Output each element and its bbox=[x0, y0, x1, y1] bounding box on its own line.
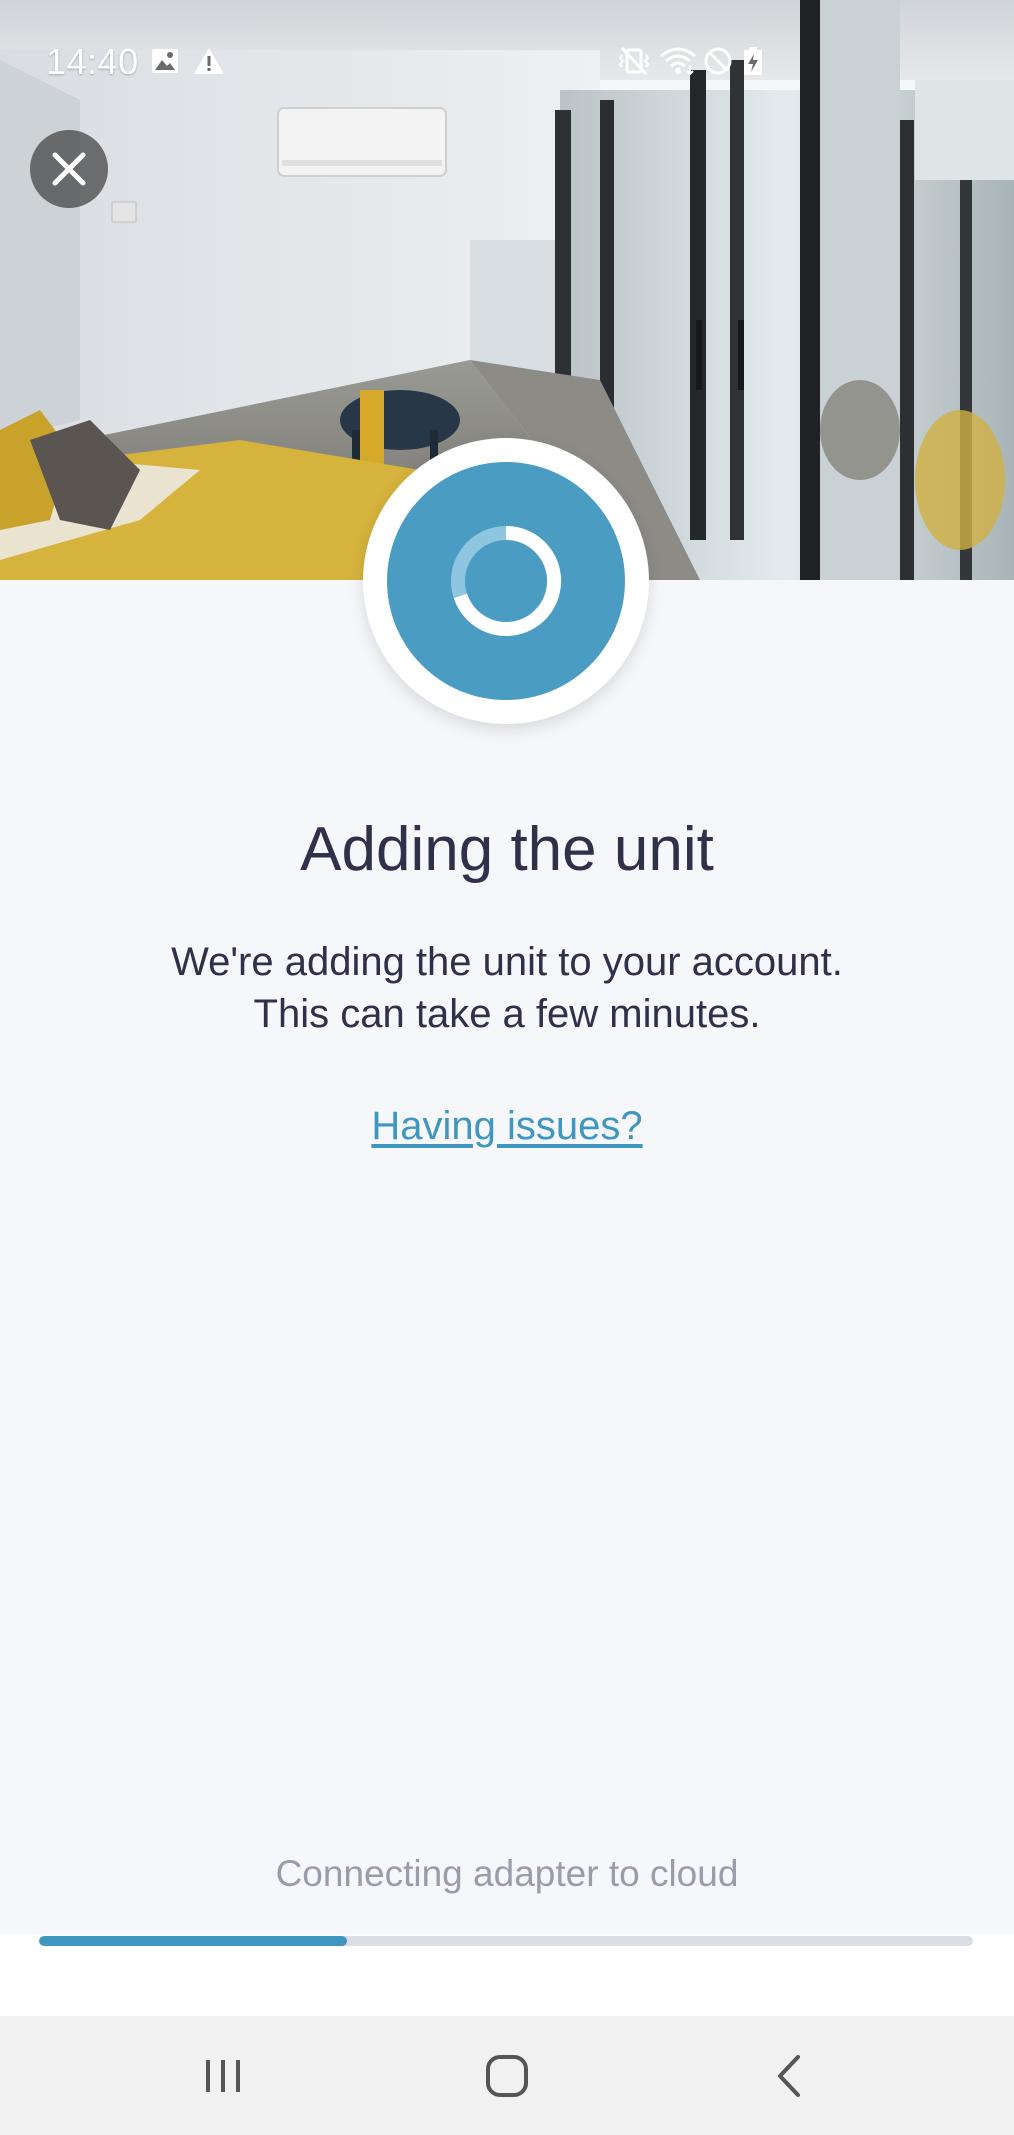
status-message: We're adding the unit to your account. T… bbox=[0, 936, 1014, 1040]
system-navigation-bar bbox=[0, 2016, 1014, 2135]
page-title: Adding the unit bbox=[300, 815, 714, 884]
warning-icon bbox=[193, 46, 225, 81]
close-button[interactable] bbox=[30, 130, 108, 208]
image-icon bbox=[150, 46, 180, 81]
progress-bar bbox=[39, 1936, 973, 1946]
battery-charging-icon bbox=[742, 46, 764, 81]
progress-area bbox=[0, 1934, 1014, 2016]
back-icon bbox=[778, 2055, 800, 2097]
status-bar: 14:40 bbox=[0, 0, 1014, 125]
loading-spinner-icon bbox=[451, 526, 562, 636]
wifi-icon bbox=[658, 46, 698, 81]
home-button[interactable] bbox=[467, 2044, 547, 2108]
recent-apps-button[interactable] bbox=[183, 2044, 263, 2108]
status-message-line-1: We're adding the unit to your account. bbox=[171, 940, 843, 984]
status-message-line-2: This can take a few minutes. bbox=[253, 992, 761, 1036]
close-icon bbox=[52, 152, 86, 186]
recent-apps-icon bbox=[206, 2060, 240, 2092]
vibrate-mute-icon bbox=[618, 46, 650, 81]
do-not-disturb-icon bbox=[702, 46, 734, 81]
home-icon bbox=[486, 2055, 528, 2097]
loading-badge-inner bbox=[387, 462, 625, 700]
help-link-container: Having issues? bbox=[0, 1100, 1014, 1152]
status-time: 14:40 bbox=[46, 41, 139, 82]
having-issues-link[interactable]: Having issues? bbox=[371, 1104, 642, 1148]
loading-badge bbox=[363, 438, 649, 724]
screen: 14:40 Adding the unit We're adding the u… bbox=[0, 0, 1014, 2135]
progress-bar-fill bbox=[39, 1936, 348, 1946]
progress-label: Connecting adapter to cloud bbox=[275, 1853, 739, 1894]
back-button[interactable] bbox=[750, 2044, 830, 2108]
